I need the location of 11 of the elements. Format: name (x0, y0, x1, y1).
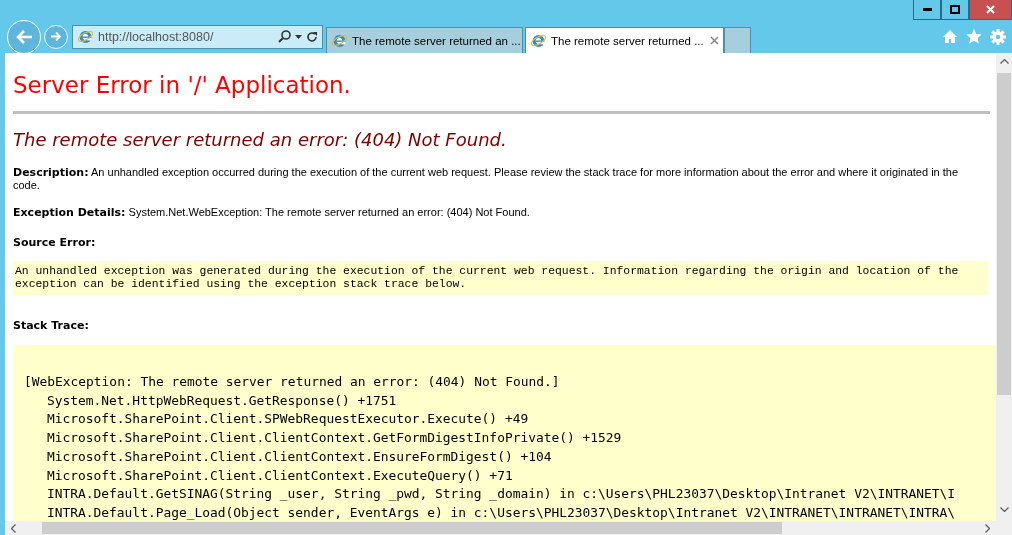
source-error-block: An unhandled exception was generated during the execution of the current web request. Information regarding the origin and location of the exception can be identified using the exception stack trace below. (13, 261, 988, 295)
exception-details-text: Exception Details: System.Net.WebException: The remote server returned an error: (404) Not Found. (13, 206, 531, 219)
source-error-label: Source Error: (13, 236, 97, 249)
description-text: Description: An unhandled exception occurred during the execution of the current web request. Please review the stack trace for more information about the error and where it originated in the code. (13, 166, 960, 192)
stack-trace-label: Stack Trace: (13, 319, 90, 332)
browser-tab[interactable]: The remote server returned ... (525, 27, 724, 53)
address-bar[interactable]: http://localhost:8080/ (72, 24, 323, 49)
stack-trace-block: [WebException: The remote server returned an error: (404) Not Found.] System.Net.HttpWebRequest.GetResponse() +1751 Microsoft.SharePoint.Client.SPWebRequestExecutor.Execute() +49 Microsoft.SharePoint.Client.ClientContext.GetFormDigestInfoPrivate() +1529 Microsoft.SharePoint.Client.ClientContext.EnsureFormDigest() +104 Microsoft.SharePoint.Client.ClientContext.ExecuteQuery() +71 INTRA.Default.GetSINAG(String _user, String _pwd, String _domain) in c:\Users\PHL23037\Desktop\Intranet V2\INTRANET\I INTRA.Default.Page_Load(Object sender, EventArgs e) in c:\Users\PHL23037\Desktop\Intranet V2\INTRANET\INTRANET\INTRA\ (13, 345, 996, 521)
browser-tab[interactable]: The remote server returned an ... (326, 27, 523, 53)
page-title: Server Error in '/' Application. (13, 71, 352, 100)
error-heading: The remote server returned an error: (404) Not Found. (13, 128, 508, 152)
